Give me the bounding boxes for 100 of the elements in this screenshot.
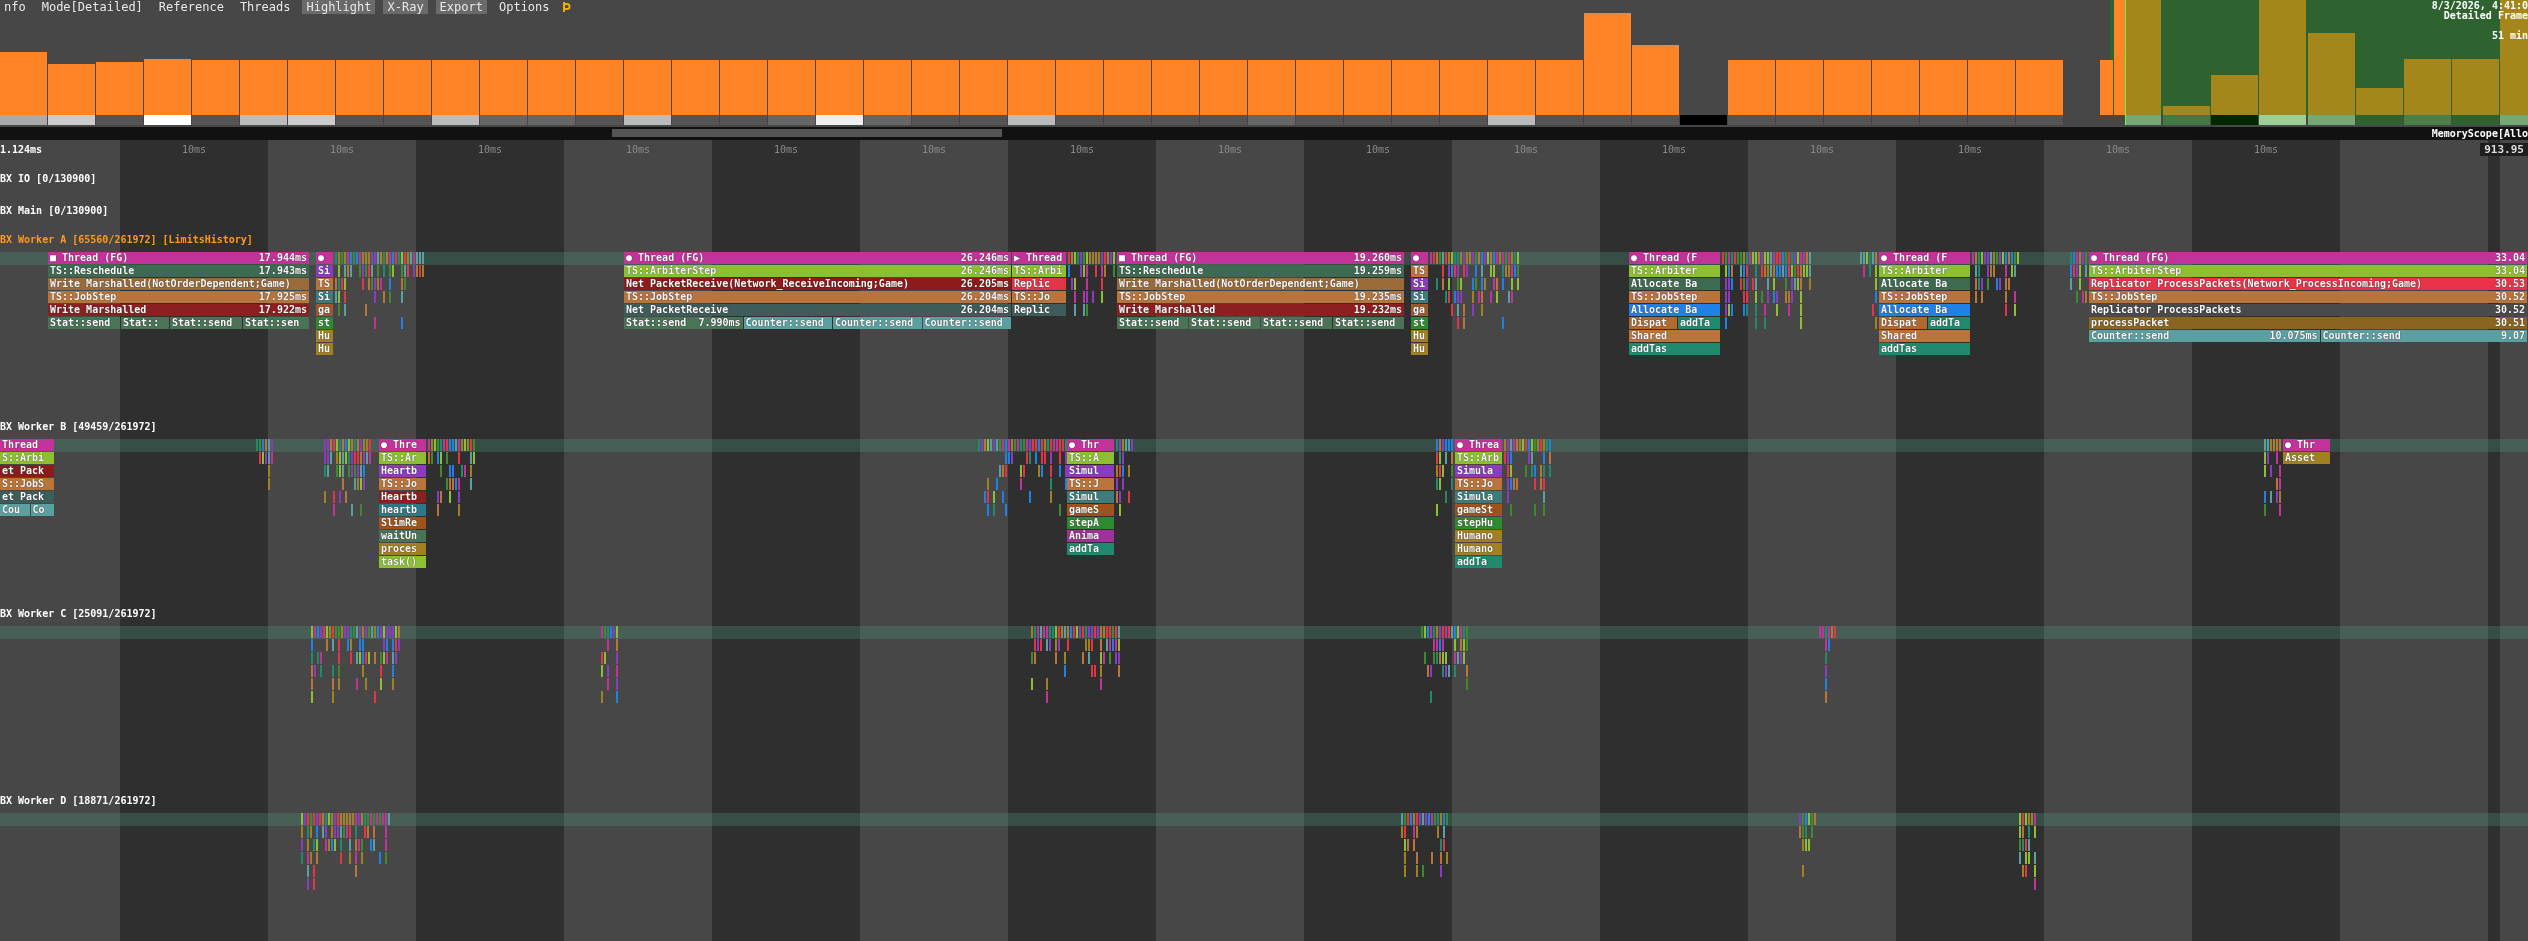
- zone-bar[interactable]: Write Marshalled(NotOrderDependent;Game): [1117, 278, 1404, 290]
- thread-label[interactable]: BX IO [0/130900]: [0, 172, 97, 186]
- zone-bar[interactable]: Counter::send: [922, 317, 1012, 329]
- zone-bar[interactable]: Write Marshalled 17.922ms: [48, 304, 309, 316]
- menu-item[interactable]: Mode[Detailed]: [37, 0, 147, 14]
- menu-item[interactable]: X-Ray: [383, 0, 428, 14]
- zone-bar[interactable]: Si: [1411, 291, 1428, 303]
- zone-bar[interactable]: Heartb: [379, 465, 426, 477]
- zone-bar[interactable]: processPacket 30.51: [2089, 317, 2527, 329]
- zone-bar[interactable]: Replic: [1012, 278, 1066, 290]
- zone-bar[interactable]: Shared: [1879, 330, 1970, 342]
- zone-bar[interactable]: TS::Reschedule 17.943ms: [48, 265, 309, 277]
- zone-bar[interactable]: Allocate Ba: [1629, 304, 1720, 316]
- zone-bar[interactable]: ● Threa: [1455, 439, 1502, 451]
- zone-bar[interactable]: Stat::send: [1333, 317, 1404, 329]
- zone-bar[interactable]: st: [316, 317, 333, 329]
- zone-bar[interactable]: Cou: [0, 504, 30, 516]
- zone-bar[interactable]: ■ Thread (FG) 19.260ms: [1117, 252, 1404, 264]
- zone-bar[interactable]: Si: [316, 291, 333, 303]
- zone-bar[interactable]: TS::JobStep 17.925ms: [48, 291, 309, 303]
- zone-bar[interactable]: TS::Jo: [1455, 478, 1502, 490]
- zone-bar[interactable]: Stat::: [121, 317, 169, 329]
- zone-bar[interactable]: ● Thread (FG) 33.04: [2089, 252, 2527, 264]
- scrollbar-thumb[interactable]: [612, 129, 1002, 137]
- zone-bar[interactable]: SlimRe: [379, 517, 426, 529]
- zone-bar[interactable]: gameSt: [1455, 504, 1502, 516]
- zone-bar[interactable]: Counter::send 10.075ms: [2089, 330, 2320, 342]
- zone-bar[interactable]: TS::JobStep 19.235ms: [1117, 291, 1404, 303]
- zone-bar[interactable]: ● Thr: [2283, 439, 2330, 451]
- thread-label[interactable]: BX Worker B [49459/261972]: [0, 420, 157, 434]
- menu-item[interactable]: nfo: [0, 0, 30, 14]
- zone-bar[interactable]: ● Thr: [1067, 439, 1114, 451]
- zone-bar[interactable]: Stat::send: [1189, 317, 1260, 329]
- zone-bar[interactable]: addTa: [1928, 317, 1970, 329]
- zone-bar[interactable]: Simul: [1067, 465, 1114, 477]
- zone-bar[interactable]: et Pack: [0, 491, 54, 503]
- status-icon[interactable]: [561, 1, 571, 13]
- zone-bar[interactable]: Hu: [316, 343, 333, 355]
- menu-item[interactable]: Threads: [235, 0, 295, 14]
- menu-item[interactable]: Reference: [154, 0, 228, 14]
- zone-bar[interactable]: TS: [1411, 265, 1428, 277]
- zone-bar[interactable]: TS::Jo: [1012, 291, 1066, 303]
- zone-bar[interactable]: st: [1411, 317, 1428, 329]
- zone-bar[interactable]: addTa: [1067, 543, 1114, 555]
- thread-label[interactable]: BX Worker C [25091/261972]: [0, 607, 157, 621]
- zone-bar[interactable]: Shared: [1629, 330, 1720, 342]
- zone-bar[interactable]: waitUn: [379, 530, 426, 542]
- zone-bar[interactable]: TS::JobStep 26.204ms: [624, 291, 1011, 303]
- menu-item[interactable]: Export: [435, 0, 487, 14]
- zone-bar[interactable]: Net PacketReceive(Network_ReceiveIncoming;Game) 26.205ms: [624, 278, 1011, 290]
- zone-bar[interactable]: Allocate Ba: [1629, 278, 1720, 290]
- zone-bar[interactable]: Allocate Ba: [1879, 278, 1970, 290]
- zone-bar[interactable]: TS::JobStep: [1629, 291, 1720, 303]
- zone-bar[interactable]: Simula: [1455, 465, 1502, 477]
- menu-item[interactable]: Options: [494, 0, 554, 14]
- zone-bar[interactable]: Humano: [1455, 530, 1502, 542]
- zone-bar[interactable]: addTa: [1455, 556, 1502, 568]
- zone-bar[interactable]: Co: [30, 504, 54, 516]
- zone-bar[interactable]: Stat::send: [169, 317, 242, 329]
- zone-bar[interactable]: Simul: [1067, 491, 1114, 503]
- zone-bar[interactable]: stepHu: [1455, 517, 1502, 529]
- zone-bar[interactable]: Write Marshalled 19.232ms: [1117, 304, 1404, 316]
- zone-bar[interactable]: ga: [1411, 304, 1428, 316]
- zone-bar[interactable]: Humano: [1455, 543, 1502, 555]
- zone-bar[interactable]: ▶ Thread: [1012, 252, 1066, 264]
- zone-bar[interactable]: ●: [316, 252, 333, 264]
- zone-bar[interactable]: ■ Thread (FG) 17.944ms: [48, 252, 309, 264]
- zone-bar[interactable]: Stat::sen: [243, 317, 309, 329]
- zone-bar[interactable]: Stat::send: [1261, 317, 1332, 329]
- zone-bar[interactable]: Replicator ProcessPackets(Network_ProcessIncoming;Game) 30.53: [2089, 278, 2527, 290]
- zone-bar[interactable]: ● Thread (F: [1879, 252, 1970, 264]
- zone-bar[interactable]: Heartb: [379, 491, 426, 503]
- zone-bar[interactable]: heartb: [379, 504, 426, 516]
- zone-bar[interactable]: gameS: [1067, 504, 1114, 516]
- thread-label[interactable]: BX Main [0/130900]: [0, 204, 109, 218]
- zone-bar[interactable]: TS::JobStep 30.52: [2089, 291, 2527, 303]
- zone-bar[interactable]: Asset: [2283, 452, 2330, 464]
- zone-bar[interactable]: ● Thre: [379, 439, 426, 451]
- zone-bar[interactable]: ●: [1411, 252, 1428, 264]
- zone-bar[interactable]: Allocate Ba: [1879, 304, 1970, 316]
- zone-bar[interactable]: Si: [1411, 278, 1428, 290]
- zone-bar[interactable]: ga: [316, 304, 333, 316]
- zone-bar[interactable]: Stat::send: [1117, 317, 1188, 329]
- zone-bar[interactable]: et Pack: [0, 465, 54, 477]
- zone-bar[interactable]: TS: [316, 278, 333, 290]
- zone-bar[interactable]: Dispat: [1879, 317, 1927, 329]
- zone-bar[interactable]: Hu: [316, 330, 333, 342]
- zone-bar[interactable]: Dispat: [1629, 317, 1677, 329]
- zone-bar[interactable]: addTas: [1879, 343, 1970, 355]
- zone-bar[interactable]: TS::Reschedule 19.259ms: [1117, 265, 1404, 277]
- zone-bar[interactable]: Replic: [1012, 304, 1066, 316]
- zone-bar[interactable]: Hu: [1411, 330, 1428, 342]
- zone-bar[interactable]: Stat::send 7.990ms: [624, 317, 743, 329]
- zone-bar[interactable]: Simula: [1455, 491, 1502, 503]
- zone-bar[interactable]: Net PacketReceive 26.204ms: [624, 304, 1011, 316]
- thread-label[interactable]: BX Worker A [65560/261972] [LimitsHistory]: [0, 233, 253, 247]
- zone-bar[interactable]: TS::JobStep: [1879, 291, 1970, 303]
- zone-bar[interactable]: ● Thread (F: [1629, 252, 1720, 264]
- zone-bar[interactable]: Anima: [1067, 530, 1114, 542]
- zone-bar[interactable]: ● Thread (FG) 26.246ms: [624, 252, 1011, 264]
